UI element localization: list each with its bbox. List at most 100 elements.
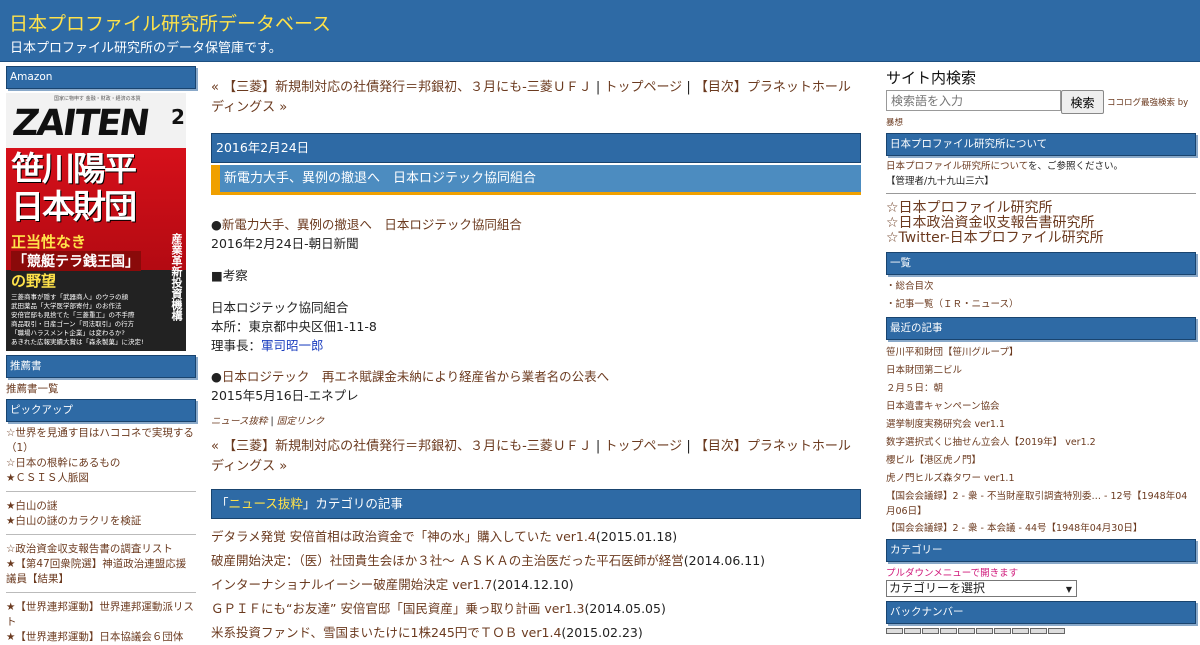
quote-open: 「 [216,496,229,511]
recent-article-link[interactable]: 【国会会議録】2 - 衆 - 本会議 - 44号【1948年04月30日】 [886,521,1196,536]
pickup-link[interactable]: ★【世界連邦運動】世界連邦運動派リスト [6,600,196,630]
list-item: デタラメ発覚 安倍首相は政治資金で「神の水」購入していた ver1.4(2015… [211,525,861,549]
prev-post-link[interactable]: « 【三菱】新規制対応の社債発行＝邦銀初、３月にも-三菱ＵＦＪ [211,439,592,454]
article-date: (2014.06.11) [683,553,766,568]
pickup-link[interactable]: ☆政治資金収支報告書の調査リスト [6,542,196,557]
category-heading-link[interactable]: ニュース抜粋 [229,496,303,511]
search-button[interactable]: 検索 [1061,90,1104,114]
recent-article-link[interactable]: 笹川平和財団【笹川グループ】 [886,344,1196,362]
pickup-link[interactable]: ★白山の謎のカラクリを検証 [6,514,196,529]
pickup-link[interactable]: ☆日本の根幹にあるもの [6,456,196,471]
right-sidebar: サイト内検索 検索 ココログ最強検索 by 暴想 日本プロファイル研究所について… [886,67,1196,634]
category-article-list: デタラメ発覚 安倍首相は政治資金で「神の水」購入していた ver1.4(2015… [211,525,861,645]
chairman-link[interactable]: 軍司昭一郎 [261,338,324,353]
article-list-link[interactable]: ・記事一覧（ＩＲ・ニュース） [886,296,1196,314]
book-subhead-3: の野望 [11,272,57,290]
recent-article-link[interactable]: 日本財団第二ビル [886,362,1196,380]
site-search-title: サイト内検索 [886,69,977,87]
search-credit-link[interactable]: ココログ最強検索 by [1107,96,1188,108]
chairman-label: 理事長： [211,338,262,353]
recent-articles-heading: 最近の記事 [886,317,1196,340]
twitter-link[interactable]: ☆Twitter-日本プロファイル研究所 [886,231,1196,246]
backnumber-heading: バックナンバー [886,601,1196,624]
book-cover-lines: 三菱商事が隠す「武器商人」のウラの顔 武田薬品「大学医学部寄付」のお作法 安倍官… [11,293,151,347]
bullet-mark: ● [211,369,222,384]
recent-article-link[interactable]: 日本遺書キャンペーン協会 [886,398,1196,416]
book-cover-image[interactable]: 国家に物申す 金融・財政・経済の本質 ZAITEN 2 笹川陽平 日本財団 正当… [6,93,186,351]
pickup-heading: ピックアップ [6,399,196,422]
general-index-link[interactable]: ・総合目次 [886,278,1196,296]
divider [6,491,196,492]
book-cover-line: 安倍官邸も見捨てた「三菱重工」の不手際 [11,311,135,319]
site-title[interactable]: 日本プロファイル研究所データベース [9,9,331,36]
pickup-link[interactable]: ★ＣＳＩＳ人脈図 [6,471,196,486]
recommend-heading: 推薦書 [6,355,196,378]
pickup-link[interactable]: ☆世界を見通す目はハココネで実現する（1） [6,426,196,456]
search-form: 検索 ココログ最強検索 by [886,90,1196,114]
admin-label: 【管理者/九十九山三六】 [886,176,994,187]
search-input[interactable] [886,90,1061,111]
pickup-group: ☆世界を見通す目はハココネで実現する（1） ☆日本の根幹にあるもの ★ＣＳＩＳ人… [6,426,196,486]
left-sidebar: Amazon 国家に物申す 金融・財政・経済の本質 ZAITEN 2 笹川陽平 … [6,66,196,645]
search-credit-author-link[interactable]: 暴想 [886,116,1196,128]
post-body: ●新電力大手、異例の撤退へ 日本ロジテック協同組合 2016年2月24日-朝日新… [211,215,861,405]
article-date: (2014.05.05) [584,601,666,616]
book-cover-line: 「職場ハラスメント企業」は変わるか? [11,329,125,337]
pickup-link[interactable]: ★白山の謎 [6,499,196,514]
book-headline-2: 日本財団 [11,187,137,226]
category-article-link[interactable]: 破産開始決定：（医）社団貴生会ほか３社～ ＡＳＫＡの主治医だった平石医師が経営 [211,553,684,568]
backnumber-calendar[interactable] [886,628,1196,634]
recent-article-link[interactable]: 虎ノ門ヒルズ森タワー ver1.1 [886,470,1196,488]
post-navigation-bottom: « 【三菱】新規制対応の社債発行＝邦銀初、３月にも-三菱ＵＦＪ | トップページ… [211,437,861,477]
about-heading: 日本プロファイル研究所について [886,133,1196,156]
permalink-link[interactable]: 固定リンク [277,416,325,427]
category-article-link[interactable]: デタラメ発覚 安倍首相は政治資金で「神の水」購入していた ver1.4 [211,529,596,544]
about-link[interactable]: 日本プロファイル研究所について [886,161,1028,172]
book-subhead-2: 「競艇テラ銭王国」 [11,251,141,271]
top-page-link[interactable]: トップページ [604,439,682,454]
category-article-link[interactable]: インターナショナルイーシー破産開始決定 ver1.7 [211,577,492,592]
pickup-link[interactable]: ★【世界連邦運動】日本協議会６団体 [6,630,196,645]
book-cover-line: 三菱商事が隠す「武器商人」のウラの顔 [11,293,128,301]
list-item: インターナショナルイーシー破産開始決定 ver1.7(2014.12.10) [211,573,861,597]
top-page-link[interactable]: トップページ [604,80,682,95]
recommend-list-link[interactable]: 推薦書一覧 [6,382,196,397]
organization-name: 日本ロジテック協同組合 [211,300,349,315]
category-article-link[interactable]: 米系投資ファンド、雪国まいたけに1株245円でＴＯＢ ver1.4 [211,625,561,640]
news-article-link[interactable]: 日本ロジテック 再エネ賦課金未納により経産省から業者名の公表へ [222,369,609,384]
pickup-group: ★白山の謎 ★白山の謎のカラクリを検証 [6,499,196,529]
pickup-link[interactable]: ★【第47回衆院選】神道政治連盟応援議員【結果】 [6,557,196,587]
book-side-headline: 産業革新投資機構 [170,233,183,321]
category-select[interactable]: カテゴリーを選択 ▼ [886,580,1077,597]
article-date: (2015.01.18) [595,529,678,544]
recent-article-link[interactable]: 【国会会議録】2 - 衆 - 不当財産取引調査特別委… - 12号【1948年0… [886,489,1196,519]
profile-institute-link[interactable]: ☆日本プロファイル研究所 [886,201,1196,216]
divider [6,592,196,593]
book-cover-line: 武田薬品「大学医学部寄付」のお作法 [11,302,122,310]
recent-article-link[interactable]: ２月５日：朝 [886,380,1196,398]
nav-separator: | [682,439,695,454]
consideration-heading: ■考察 [211,268,248,283]
political-funds-link[interactable]: ☆日本政治資金収支報告書研究所 [886,216,1196,231]
post-navigation-top: « 【三菱】新規制対応の社債発行＝邦銀初、３月にも-三菱ＵＦＪ | トップページ… [211,78,861,118]
nav-separator: | [591,439,605,454]
recent-article-link[interactable]: 選挙制度実務研究会 ver1.1 [886,416,1196,434]
recent-articles-list: 笹川平和財団【笹川グループ】 日本財団第二ビル ２月５日：朝 日本遺書キャンペー… [886,344,1196,536]
category-link[interactable]: ニュース抜粋 [211,416,268,427]
site-header: 日本プロファイル研究所データベース 日本プロファイル研究所のデータ保管庫です。 [0,0,1200,62]
post-footer: ニュース抜粋 | 固定リンク [211,413,861,427]
category-heading-text: 」カテゴリの記事 [302,496,403,511]
news-article-link[interactable]: 新電力大手、異例の撤退へ 日本ロジテック協同組合 [222,217,522,232]
article-date: (2014.12.10) [492,577,574,592]
article-bullet: ●日本ロジテック 再エネ賦課金未納により経産省から業者名の公表へ [211,367,861,386]
nav-separator: | [591,80,605,95]
article-date: (2015.02.23) [561,625,643,640]
category-article-link[interactable]: ＧＰＩＦにも“お友達” 安倍官邸「国民資産」乗っ取り計画 ver1.3 [211,601,585,616]
prev-post-link[interactable]: « 【三菱】新規制対応の社債発行＝邦銀初、３月にも-三菱ＵＦＪ [211,80,592,95]
recent-article-link[interactable]: 数字選択式くじ抽せん立会人【2019年】 ver1.2 [886,434,1196,452]
pickup-group: ★【世界連邦運動】世界連邦運動派リスト ★【世界連邦運動】日本協議会６団体 [6,600,196,645]
site-description: 日本プロファイル研究所のデータ保管庫です。 [10,41,282,56]
recent-article-link[interactable]: 櫻ビル【港区虎ノ門】 [886,452,1196,470]
book-issue-number: 2 [171,105,185,129]
organization-chairman: 理事長：軍司昭一郎 [211,336,861,355]
